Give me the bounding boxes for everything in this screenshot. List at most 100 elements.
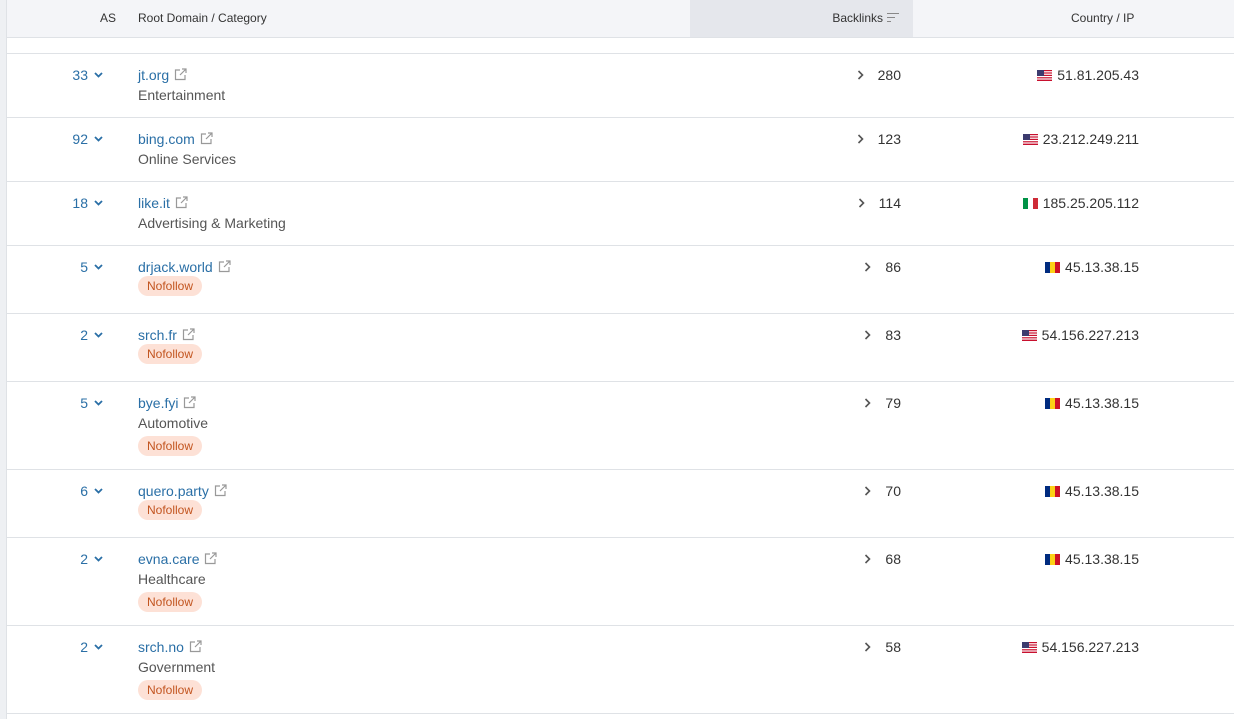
as-toggle[interactable]: 33	[72, 67, 103, 83]
external-link-icon[interactable]	[170, 195, 188, 211]
column-header-as[interactable]: AS	[100, 0, 116, 37]
domain-cell: bye.fyi	[138, 395, 197, 411]
as-toggle[interactable]: 5	[80, 395, 103, 411]
as-toggle[interactable]: 2	[80, 639, 103, 655]
backlinks-toggle[interactable]: 79	[864, 395, 901, 411]
country-ip-cell: 51.81.205.43	[1037, 67, 1139, 83]
column-header-backlinks[interactable]: Backlinks	[690, 0, 913, 37]
category-label: Entertainment	[138, 87, 226, 103]
category-label: Automotive	[138, 415, 209, 431]
sort-descending-icon[interactable]	[887, 12, 899, 23]
as-toggle[interactable]: 18	[72, 195, 103, 211]
nofollow-badge: Nofollow	[138, 344, 203, 364]
left-edge	[0, 0, 7, 719]
country-ip-cell: 45.13.38.15	[1045, 483, 1139, 499]
domain-link[interactable]: drjack.world	[138, 259, 213, 275]
backlinks-count: 70	[885, 483, 901, 499]
ip-address: 23.212.249.211	[1042, 131, 1139, 147]
column-header-country-ip[interactable]: Country / IP	[1071, 0, 1134, 37]
domain-link[interactable]: evna.care	[138, 551, 199, 567]
chevron-down-icon	[94, 72, 103, 78]
ip-address: 45.13.38.15	[1065, 395, 1139, 411]
backlinks-count: 68	[885, 551, 901, 567]
external-link-icon[interactable]	[199, 551, 218, 567]
ip-address: 45.13.38.15	[1065, 551, 1139, 567]
category-label: Online Services	[138, 151, 237, 167]
chevron-down-icon	[94, 488, 103, 494]
external-link-icon[interactable]	[213, 259, 231, 275]
backlinks-count: 114	[878, 195, 901, 211]
chevron-right-icon	[857, 70, 864, 80]
ip-address: 51.81.205.43	[1057, 67, 1139, 83]
flag-us-icon	[1021, 642, 1037, 653]
backlinks-toggle[interactable]: 58	[864, 639, 901, 655]
domain-cell: quero.party	[138, 483, 227, 499]
country-ip-cell: 185.25.205.112	[1022, 195, 1139, 211]
as-value: 2	[80, 327, 88, 343]
table-row: 92 bing.com Online Services 123 23.212.249.2…	[7, 118, 1234, 182]
backlinks-toggle[interactable]: 70	[864, 483, 901, 499]
chevron-right-icon	[857, 134, 864, 144]
table-row: 33 jt.org Entertainment 280 51.81.205.43	[7, 54, 1234, 118]
external-link-icon[interactable]	[169, 67, 187, 83]
domain-link[interactable]: jt.org	[138, 67, 169, 83]
as-toggle[interactable]: 92	[72, 131, 103, 147]
as-toggle[interactable]: 5	[80, 259, 103, 275]
external-link-icon[interactable]	[184, 639, 202, 655]
backlinks-toggle[interactable]: 280	[857, 67, 901, 83]
external-link-icon[interactable]	[177, 327, 195, 343]
backlinks-toggle[interactable]: 83	[864, 327, 901, 343]
as-toggle[interactable]: 2	[80, 327, 103, 343]
flag-ro-icon	[1045, 262, 1061, 273]
category-label: Government	[138, 659, 216, 675]
backlinks-toggle[interactable]: 114	[858, 195, 901, 211]
backlinks-toggle[interactable]: 86	[864, 259, 901, 275]
country-ip-cell: 23.212.249.211	[1022, 131, 1139, 147]
table-row: 2 srch.no Government Nofollow 58 54.156.227.2…	[7, 626, 1234, 714]
country-ip-cell: 45.13.38.15	[1045, 259, 1139, 275]
domain-cell: srch.no	[138, 639, 202, 655]
external-link-icon[interactable]	[178, 395, 197, 411]
nofollow-badge: Nofollow	[138, 592, 203, 612]
ip-address: 54.156.227.213	[1041, 639, 1139, 655]
backlinks-count: 86	[885, 259, 901, 275]
chevron-down-icon	[94, 200, 103, 206]
domain-link[interactable]: quero.party	[138, 483, 209, 499]
domain-cell: like.it	[138, 195, 188, 211]
ip-address: 45.13.38.15	[1065, 483, 1139, 499]
nofollow-badge: Nofollow	[138, 276, 203, 296]
nofollow-badge: Nofollow	[138, 500, 203, 520]
backlinks-toggle[interactable]: 123	[857, 131, 901, 147]
table-header: AS Root Domain / Category Backlinks Coun…	[7, 0, 1234, 38]
flag-ro-icon	[1045, 486, 1061, 497]
chevron-right-icon	[865, 486, 872, 496]
country-ip-cell: 45.13.38.15	[1045, 551, 1139, 567]
as-toggle[interactable]: 6	[80, 483, 103, 499]
chevron-right-icon	[865, 554, 872, 564]
column-header-domain[interactable]: Root Domain / Category	[138, 0, 267, 37]
external-link-icon[interactable]	[209, 483, 227, 499]
chevron-down-icon	[94, 556, 103, 562]
nofollow-badge: Nofollow	[138, 680, 203, 700]
external-link-icon[interactable]	[195, 131, 213, 147]
backlinks-toggle[interactable]: 68	[864, 551, 901, 567]
domain-link[interactable]: bing.com	[138, 131, 195, 147]
flag-ro-icon	[1045, 554, 1061, 565]
domain-link[interactable]: srch.fr	[138, 327, 177, 343]
as-value: 2	[80, 551, 88, 567]
nofollow-badge: Nofollow	[138, 436, 203, 456]
flag-ro-icon	[1045, 398, 1061, 409]
domain-link[interactable]: like.it	[138, 195, 170, 211]
as-value: 18	[72, 195, 88, 211]
domain-cell: drjack.world	[138, 259, 231, 275]
as-value: 6	[80, 483, 88, 499]
domain-link[interactable]: bye.fyi	[138, 395, 178, 411]
chevron-right-icon	[865, 262, 872, 272]
country-ip-cell: 54.156.227.213	[1021, 327, 1139, 343]
flag-us-icon	[1037, 70, 1053, 81]
as-toggle[interactable]: 2	[80, 551, 103, 567]
flag-us-icon	[1022, 134, 1038, 145]
domain-link[interactable]: srch.no	[138, 639, 184, 655]
column-header-backlinks-label: Backlinks	[832, 11, 883, 25]
domain-cell: srch.fr	[138, 327, 195, 343]
